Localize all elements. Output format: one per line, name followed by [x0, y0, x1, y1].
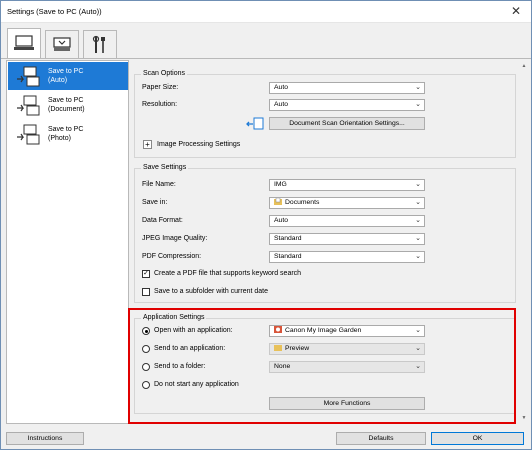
- highlight-box: [128, 308, 516, 424]
- sidebar-item-save-to-pc-document[interactable]: Save to PC (Document): [8, 91, 128, 119]
- pdf-compression-select[interactable]: Standard ⌄: [269, 251, 425, 263]
- save-in-select[interactable]: Documents ⌄: [269, 197, 425, 209]
- file-name-combo[interactable]: IMG ⌄: [269, 179, 425, 191]
- sidebar-item-label: Save to PC: [48, 97, 84, 104]
- scan-from-computer-icon: [14, 35, 34, 50]
- defaults-button[interactable]: Defaults: [336, 432, 426, 445]
- documents-folder-icon: [274, 198, 282, 205]
- tab-bar: [1, 24, 531, 59]
- general-settings-tools-icon: [92, 35, 105, 53]
- subfolder-label: Save to a subfolder with current date: [154, 288, 269, 295]
- sidebar: Save to PC (Auto) Save to PC (Document): [6, 60, 129, 424]
- pdf-compression-value: Standard: [274, 253, 302, 260]
- resolution-select[interactable]: Auto ⌄: [269, 99, 425, 111]
- resolution-label: Resolution:: [142, 101, 178, 108]
- close-icon[interactable]: ✕: [511, 4, 521, 18]
- jpeg-quality-label: JPEG Image Quality:: [142, 235, 208, 242]
- file-name-label: File Name:: [142, 181, 176, 188]
- chevron-down-icon: ⌄: [415, 101, 421, 108]
- save-in-value: Documents: [285, 199, 320, 206]
- orientation-icon: [246, 117, 264, 130]
- scan-options-title: Scan Options: [141, 70, 188, 77]
- keyword-pdf-label: Create a PDF file that supports keyword …: [154, 270, 302, 277]
- ok-button[interactable]: OK: [431, 432, 524, 445]
- chevron-down-icon: ⌄: [415, 84, 421, 91]
- resolution-value: Auto: [274, 101, 288, 108]
- title-bar: Settings (Save to PC (Auto)) ✕: [1, 1, 531, 23]
- sidebar-item-label: Save to PC: [48, 126, 84, 133]
- data-format-value: Auto: [274, 217, 288, 224]
- image-processing-label: Image Processing Settings: [157, 141, 241, 148]
- scroll-up-icon[interactable]: ▲: [520, 62, 528, 70]
- jpeg-quality-value: Standard: [274, 235, 302, 242]
- settings-window: Settings (Save to PC (Auto)) ✕ Save to P…: [0, 0, 532, 450]
- pdf-compression-label: PDF Compression:: [142, 253, 202, 260]
- chevron-down-icon: ⌄: [415, 253, 421, 260]
- sidebar-item-sublabel: (Photo): [48, 135, 71, 142]
- sidebar-item-label: Save to PC: [48, 68, 84, 75]
- tab-scan-from-computer[interactable]: [7, 28, 41, 59]
- data-format-select[interactable]: Auto ⌄: [269, 215, 425, 227]
- save-to-pc-document-icon: [17, 95, 40, 116]
- save-in-label: Save in:: [142, 199, 168, 206]
- sidebar-item-save-to-pc-auto[interactable]: Save to PC (Auto): [8, 62, 128, 90]
- paper-size-select[interactable]: Auto ⌄: [269, 82, 425, 94]
- chevron-down-icon: ⌄: [415, 217, 421, 224]
- jpeg-quality-select[interactable]: Standard ⌄: [269, 233, 425, 245]
- sidebar-item-sublabel: (Auto): [48, 77, 68, 84]
- data-format-label: Data Format:: [142, 217, 183, 224]
- subfolder-checkbox[interactable]: [142, 288, 150, 296]
- scroll-down-icon[interactable]: ▼: [520, 414, 528, 422]
- instructions-button[interactable]: Instructions: [6, 432, 84, 445]
- orientation-settings-button[interactable]: Document Scan Orientation Settings...: [269, 117, 425, 130]
- tab-general-settings[interactable]: [83, 30, 117, 58]
- scan-from-panel-icon: [53, 36, 71, 51]
- divider: [1, 58, 531, 59]
- save-settings-title: Save Settings: [141, 164, 189, 171]
- scrollbar[interactable]: ▲ ▼: [520, 60, 528, 424]
- save-to-pc-photo-icon: [17, 124, 40, 145]
- paper-size-label: Paper Size:: [142, 84, 179, 91]
- tab-scan-from-panel[interactable]: [45, 30, 79, 58]
- expand-image-processing-button[interactable]: +: [143, 140, 152, 149]
- chevron-down-icon: ⌄: [415, 181, 421, 188]
- file-name-value: IMG: [274, 181, 287, 188]
- save-to-pc-auto-icon: [17, 66, 40, 87]
- sidebar-item-save-to-pc-photo[interactable]: Save to PC (Photo): [8, 120, 128, 148]
- window-title: Settings (Save to PC (Auto)): [7, 7, 102, 16]
- paper-size-value: Auto: [274, 84, 288, 91]
- chevron-down-icon: ⌄: [415, 199, 421, 206]
- chevron-down-icon: ⌄: [415, 235, 421, 242]
- sidebar-item-sublabel: (Document): [48, 106, 85, 113]
- keyword-pdf-checkbox[interactable]: ✓: [142, 270, 150, 278]
